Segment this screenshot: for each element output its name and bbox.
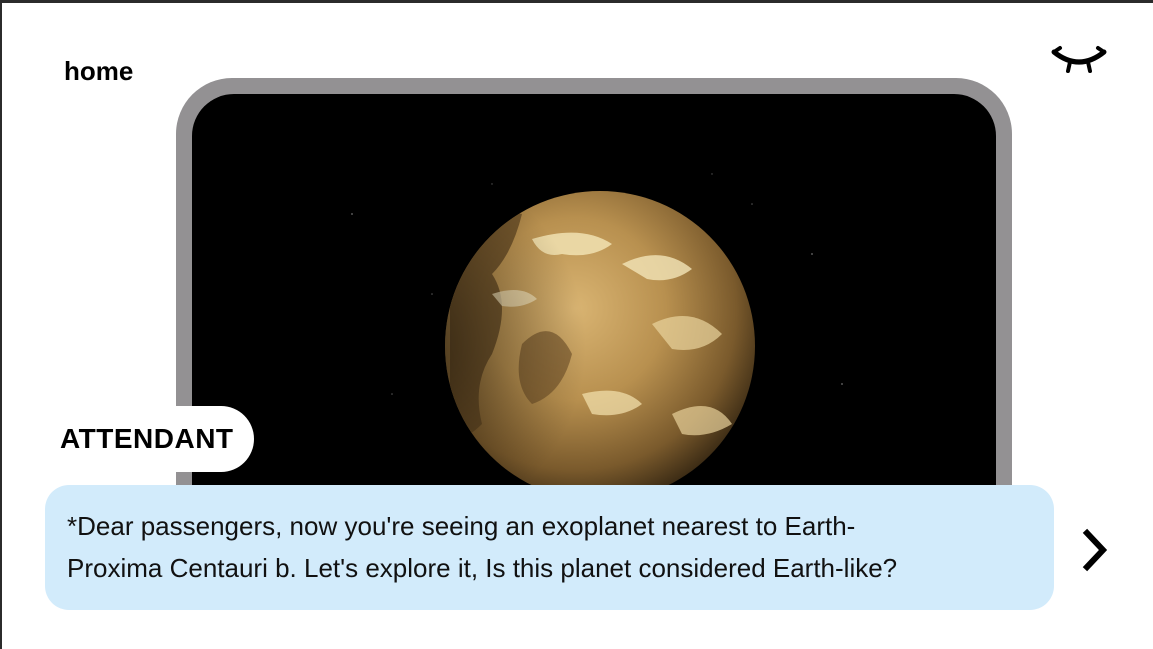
window-top-border xyxy=(0,0,1153,3)
speaker-name: ATTENDANT xyxy=(60,423,234,454)
dialogue-line-1: *Dear passengers, now you're seeing an e… xyxy=(67,511,856,541)
window-left-border xyxy=(0,0,2,649)
dialogue-line-2: Proxima Centauri b. Let's explore it, Is… xyxy=(67,553,898,583)
planet-image xyxy=(351,173,843,498)
chevron-right-icon[interactable] xyxy=(1078,528,1112,572)
viewing-screen-frame xyxy=(176,78,1012,498)
home-link[interactable]: home xyxy=(64,56,133,87)
closed-eye-icon[interactable] xyxy=(1050,44,1108,78)
dialogue-box: *Dear passengers, now you're seeing an e… xyxy=(45,485,1054,610)
speaker-name-tag: ATTENDANT xyxy=(44,406,254,472)
planet-view xyxy=(192,94,996,498)
